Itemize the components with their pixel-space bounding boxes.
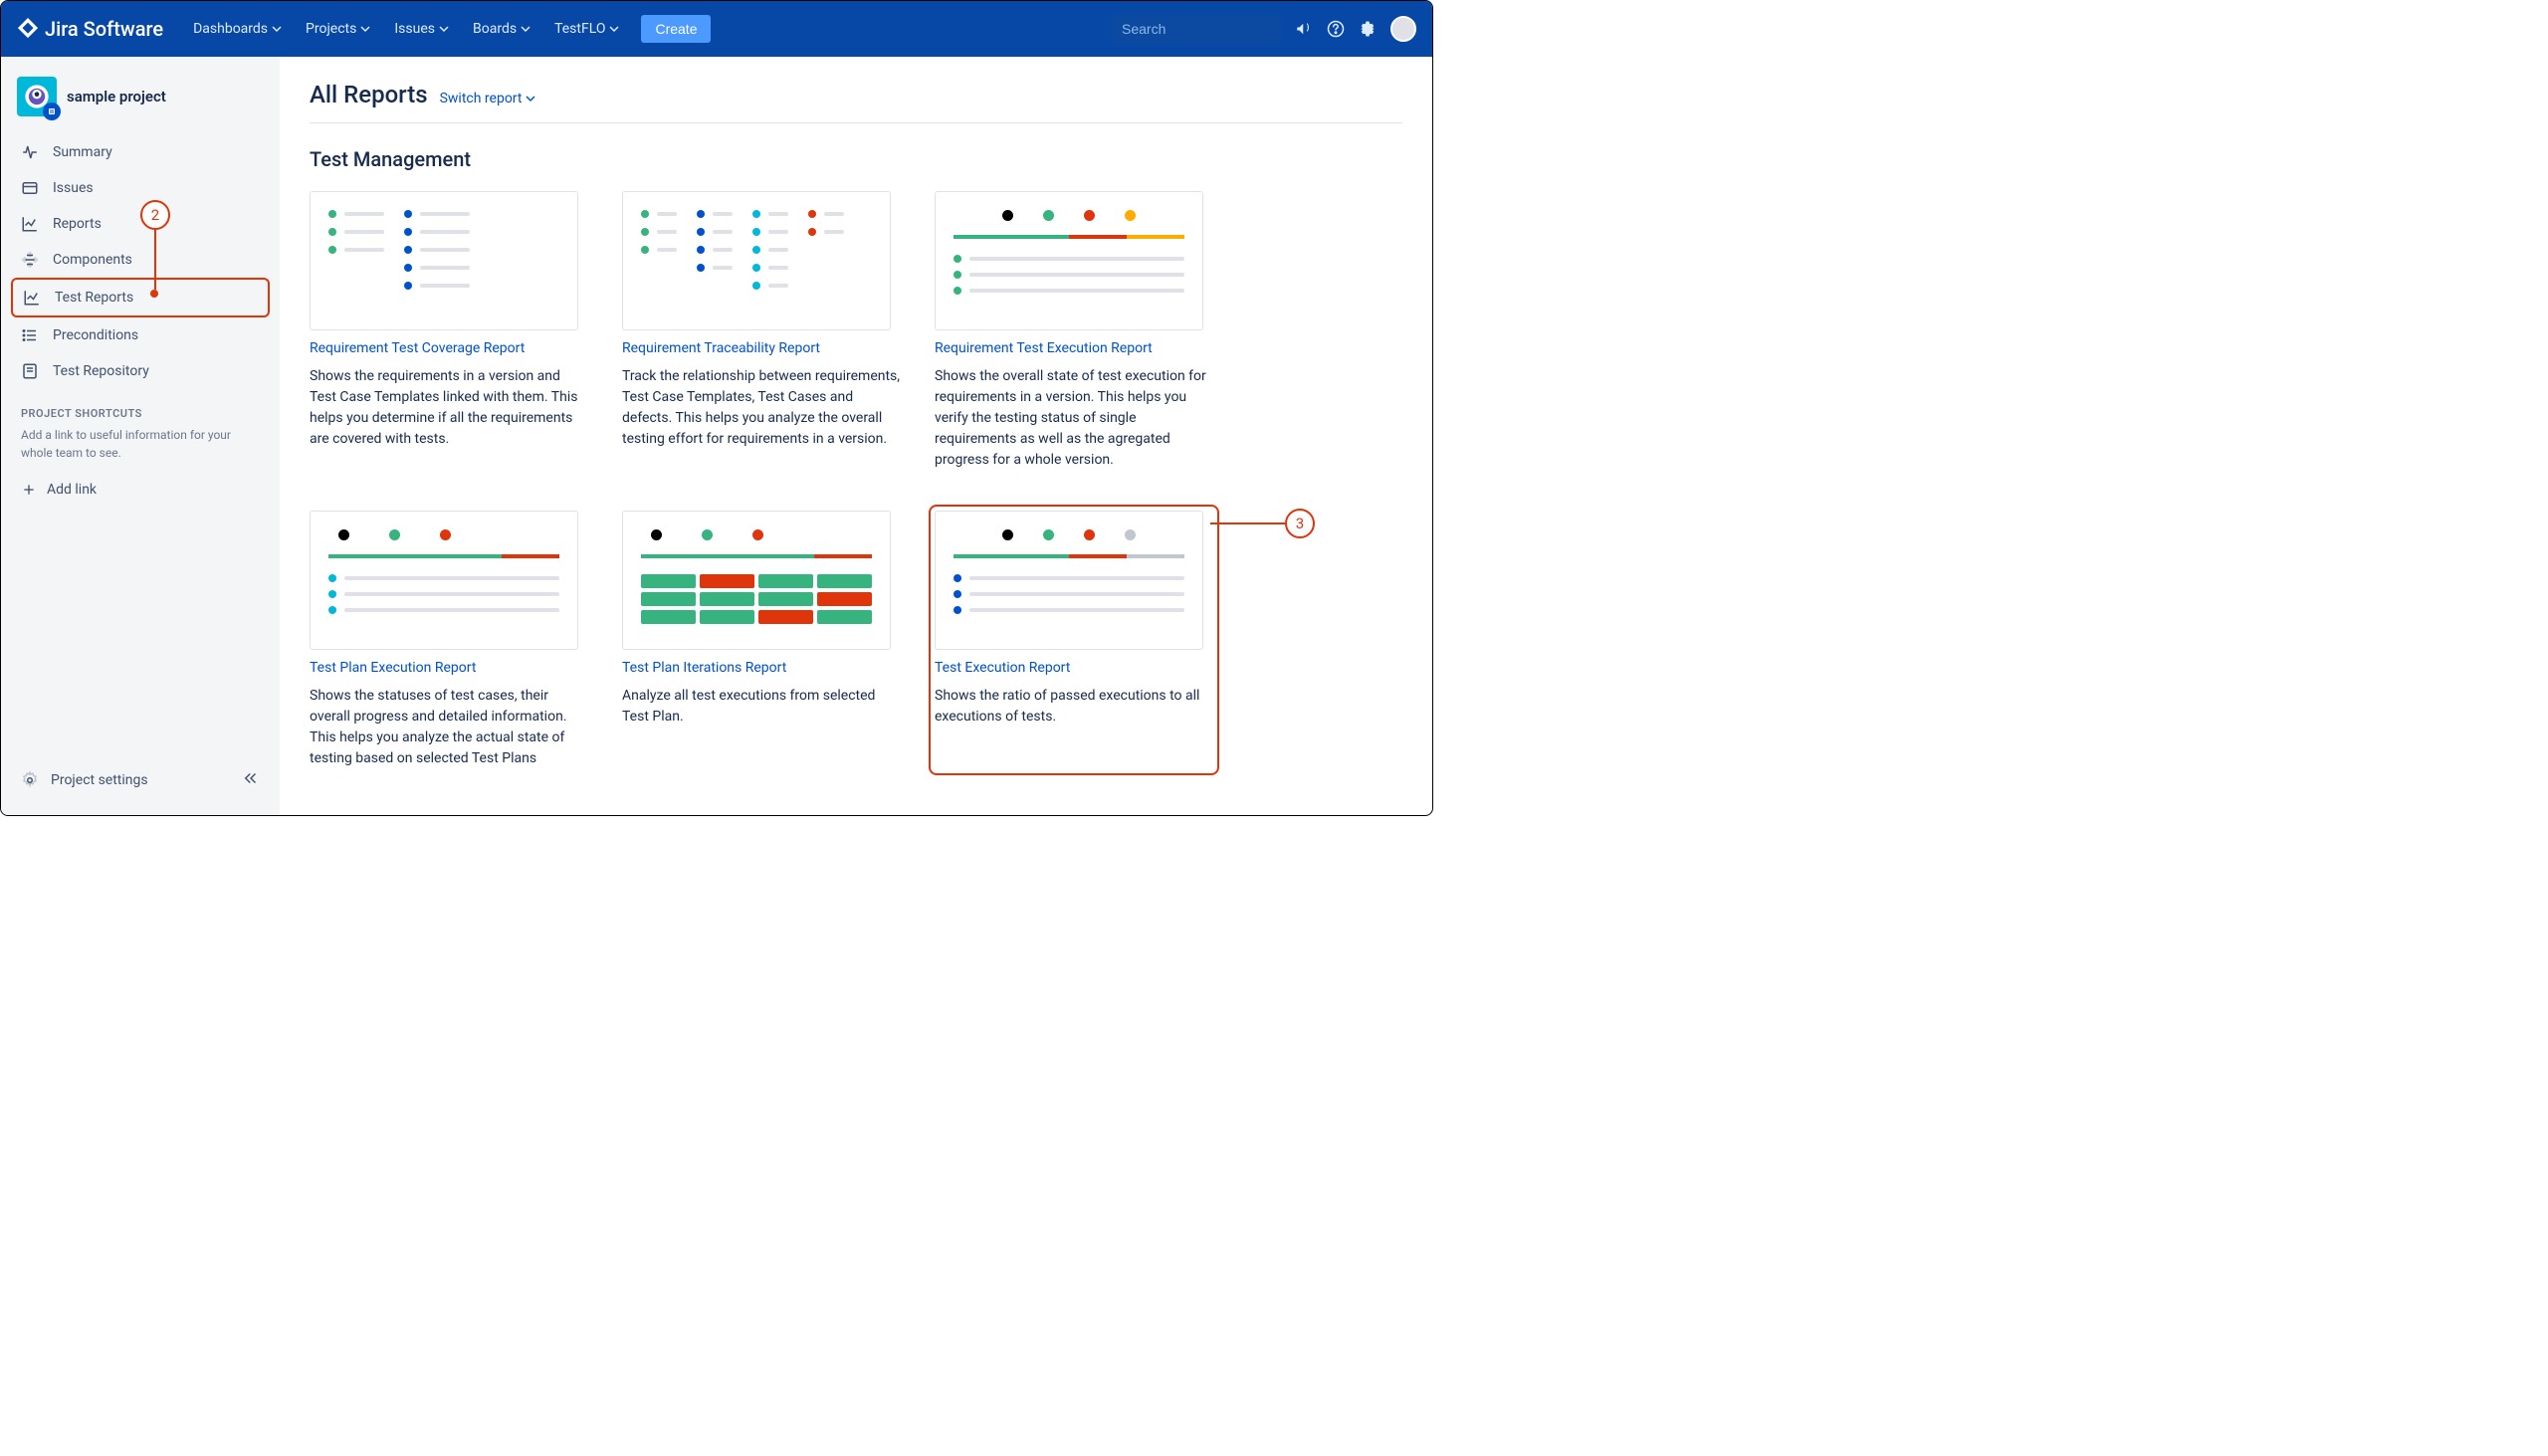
card-desc: Analyze all test executions from selecte… — [622, 686, 901, 728]
repo-icon — [21, 362, 39, 380]
sidebar-item-issues[interactable]: Issues — [11, 170, 270, 206]
page-title: All Reports — [310, 81, 428, 108]
nav-projects[interactable]: Projects — [296, 15, 380, 43]
search-box[interactable] — [1112, 13, 1281, 45]
callout-3: 3 — [1285, 509, 1315, 538]
card-desc: Shows the requirements in a version and … — [310, 366, 588, 450]
report-cards: Requirement Test Coverage Report Shows t… — [310, 191, 1402, 769]
card-desc: Shows the statuses of test cases, their … — [310, 686, 588, 769]
top-nav: Jira Software Dashboards Projects Issues… — [1, 1, 1432, 57]
sidebar-item-test-reports[interactable]: Test Reports — [11, 278, 270, 317]
section-title: Test Management — [310, 147, 1402, 171]
card-testplan-iterations[interactable]: Test Plan Iterations Report Analyze all … — [622, 511, 901, 769]
plus-icon — [21, 482, 37, 498]
sidebar-item-components[interactable]: Components — [11, 242, 270, 278]
list-icon — [21, 326, 39, 344]
project-settings-link[interactable]: Project settings — [21, 771, 148, 789]
sidebar-footer: Project settings — [11, 759, 270, 801]
sidebar-item-preconditions[interactable]: Preconditions — [11, 317, 270, 353]
card-title[interactable]: Test Plan Iterations Report — [622, 660, 901, 676]
settings-icon[interactable] — [1359, 20, 1377, 38]
nav-testflo[interactable]: TestFLO — [544, 15, 629, 43]
card-desc: Track the relationship between requireme… — [622, 366, 901, 450]
chevron-down-icon — [526, 94, 535, 104]
logo-text: Jira Software — [45, 17, 163, 41]
card-test-execution[interactable]: Test Execution Report Shows the ratio of… — [929, 505, 1219, 775]
callout-2-line — [154, 230, 156, 290]
card-thumb — [935, 511, 1203, 650]
jira-icon — [17, 18, 39, 40]
card-title[interactable]: Test Execution Report — [935, 660, 1213, 676]
side-nav: Summary Issues Reports Components Test R… — [11, 134, 270, 389]
collapse-sidebar-button[interactable] — [242, 769, 260, 791]
component-icon — [21, 251, 39, 269]
add-link-button[interactable]: Add link — [11, 472, 270, 508]
chevron-down-icon — [439, 24, 449, 34]
sidebar: sample project Summary Issues Reports Co… — [1, 57, 280, 815]
card-title[interactable]: Requirement Test Coverage Report — [310, 340, 588, 356]
nav-boards[interactable]: Boards — [463, 15, 540, 43]
card-desc: Shows the ratio of passed executions to … — [935, 686, 1213, 728]
issues-icon — [21, 179, 39, 197]
card-requirement-traceability[interactable]: Requirement Traceability Report Track th… — [622, 191, 901, 471]
card-desc: Shows the overall state of test executio… — [935, 366, 1213, 471]
nav-dashboards[interactable]: Dashboards — [183, 15, 292, 43]
chevron-down-icon — [609, 24, 619, 34]
chevron-down-icon — [272, 24, 282, 34]
shortcuts-heading: PROJECT SHORTCUTS — [21, 407, 260, 420]
user-avatar[interactable] — [1390, 16, 1416, 42]
shortcuts-desc: Add a link to useful information for you… — [11, 426, 270, 462]
project-header[interactable]: sample project — [11, 71, 270, 122]
card-title[interactable]: Requirement Traceability Report — [622, 340, 901, 356]
gear-icon — [21, 771, 39, 789]
create-button[interactable]: Create — [641, 15, 711, 43]
main-nav: Dashboards Projects Issues Boards TestFL… — [183, 15, 1112, 43]
card-thumb — [310, 511, 578, 650]
project-icon — [17, 77, 57, 116]
project-title: sample project — [67, 88, 166, 105]
card-thumb — [310, 191, 578, 330]
chart-icon — [21, 215, 39, 233]
switch-report-link[interactable]: Switch report — [440, 91, 536, 106]
chart-icon — [23, 289, 41, 307]
header-right — [1112, 13, 1416, 45]
card-testplan-execution[interactable]: Test Plan Execution Report Shows the sta… — [310, 511, 588, 769]
help-icon[interactable] — [1327, 20, 1345, 38]
search-input[interactable] — [1122, 21, 1302, 37]
chevron-double-left-icon — [242, 769, 260, 787]
project-type-badge — [43, 103, 61, 120]
callout-3-line — [1210, 522, 1285, 524]
main-content: All Reports Switch report Test Managemen… — [280, 57, 1432, 815]
chevron-down-icon — [360, 24, 370, 34]
card-thumb — [622, 191, 891, 330]
card-requirement-coverage[interactable]: Requirement Test Coverage Report Shows t… — [310, 191, 588, 471]
card-requirement-execution[interactable]: Requirement Test Execution Report Shows … — [935, 191, 1213, 471]
chevron-down-icon — [521, 24, 531, 34]
callout-2-dot — [150, 290, 158, 298]
card-thumb — [935, 191, 1203, 330]
card-title[interactable]: Requirement Test Execution Report — [935, 340, 1213, 356]
sidebar-item-summary[interactable]: Summary — [11, 134, 270, 170]
logo[interactable]: Jira Software — [17, 17, 163, 41]
callout-2: 2 — [140, 200, 170, 230]
card-thumb — [622, 511, 891, 650]
sidebar-item-test-repository[interactable]: Test Repository — [11, 353, 270, 389]
pulse-icon — [21, 143, 39, 161]
nav-issues[interactable]: Issues — [384, 15, 459, 43]
megaphone-icon[interactable] — [1295, 20, 1313, 38]
card-title[interactable]: Test Plan Execution Report — [310, 660, 588, 676]
divider — [310, 122, 1402, 123]
